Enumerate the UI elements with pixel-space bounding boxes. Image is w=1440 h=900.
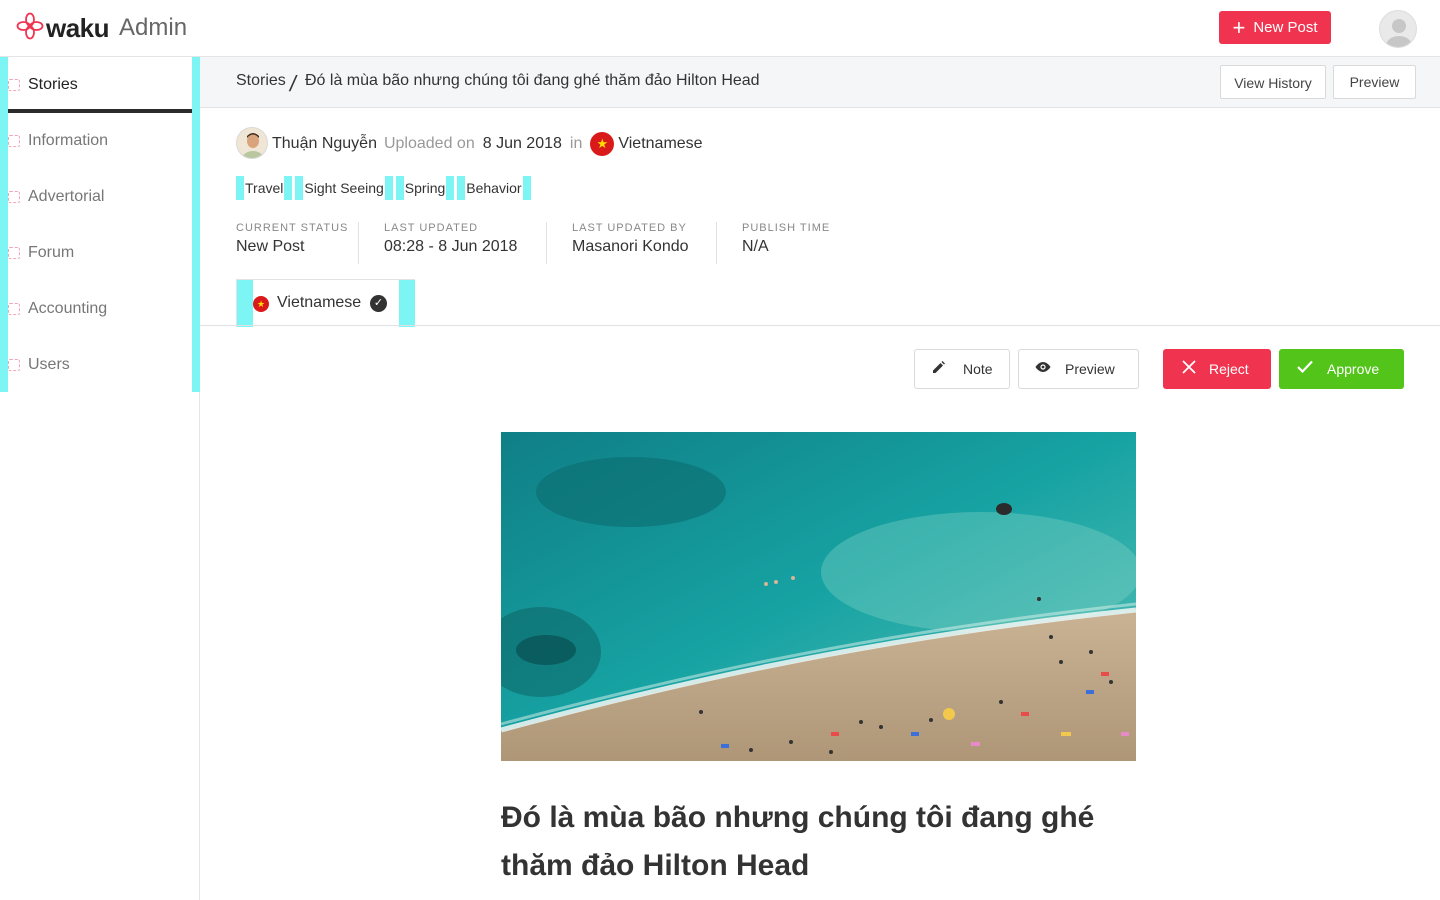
article-title: Đó là mùa bão nhưng chúng tôi đang ghé t… <box>501 801 1095 882</box>
tag[interactable]: Sight Seeing <box>295 176 393 200</box>
user-avatar[interactable] <box>1379 10 1417 48</box>
sidebar-item-label: Users <box>28 356 70 373</box>
note-button[interactable]: Note <box>914 349 1010 389</box>
new-post-label: New Post <box>1253 19 1318 36</box>
sidebar-item-stories[interactable]: Stories <box>8 57 192 113</box>
tag[interactable]: Behavior <box>457 176 531 200</box>
breadcrumb-separator: / <box>287 71 299 96</box>
publish-time: PUBLISH TIME N/A <box>742 222 830 264</box>
sidebar-item-label: Stories <box>28 76 78 93</box>
sidebar-guide-right <box>192 57 200 392</box>
tag-guide <box>295 176 304 200</box>
sidebar-item-label: Advertorial <box>28 188 105 205</box>
eye-icon <box>1033 360 1053 378</box>
author-avatar <box>236 127 268 159</box>
tab-guide-right <box>399 280 415 327</box>
post-meta: Thuận Nguyễn Uploaded on 8 Jun 2018 in V… <box>272 132 703 156</box>
flower-logo-icon <box>16 12 44 45</box>
close-icon <box>1179 359 1199 379</box>
tag-guide <box>522 176 531 200</box>
sidebar-item-accounting[interactable]: Accounting <box>8 281 192 337</box>
current-status-label: CURRENT STATUS <box>236 222 349 234</box>
tab-guide-left <box>237 280 253 327</box>
dashed-square-icon <box>8 303 20 315</box>
preview-label: Preview <box>1065 361 1115 377</box>
sidebar: Stories Information Advertorial Forum Ac… <box>0 57 200 900</box>
header-preview-button[interactable]: Preview <box>1333 65 1416 99</box>
check-icon <box>1295 360 1315 378</box>
dashed-square-icon <box>8 247 20 259</box>
tag[interactable]: Spring <box>395 176 455 200</box>
check-circle-icon: ✓ <box>370 295 387 312</box>
tab-vietnamese[interactable]: Vietnamese ✓ <box>236 279 415 327</box>
tag-label: Spring <box>404 180 446 196</box>
approve-label: Approve <box>1327 361 1380 377</box>
vietnam-flag-icon <box>590 132 615 156</box>
divider <box>716 222 717 264</box>
top-bar: waku Admin + New Post <box>0 0 1440 57</box>
divider <box>358 222 359 264</box>
tag-guide <box>395 176 404 200</box>
sidebar-item-label: Accounting <box>28 300 108 317</box>
dashed-square-icon <box>8 191 20 203</box>
divider <box>546 222 547 264</box>
reject-label: Reject <box>1209 361 1249 377</box>
post-language: Vietnamese <box>618 135 703 152</box>
current-status: CURRENT STATUS New Post <box>236 222 348 264</box>
note-label: Note <box>963 361 993 377</box>
author-name[interactable]: Thuận Nguyễn <box>272 135 377 153</box>
last-updated-by-value: Masanori Kondo <box>572 238 689 255</box>
tag-guide <box>457 176 466 200</box>
dashed-square-icon <box>8 135 20 147</box>
tag[interactable]: Travel <box>236 176 293 200</box>
tag-list: Travel Sight Seeing Spring Behavior <box>236 176 534 200</box>
sidebar-item-users[interactable]: Users <box>8 337 192 393</box>
uploaded-on-label: Uploaded on <box>383 135 475 152</box>
sidebar-item-information[interactable]: Information <box>8 113 192 169</box>
in-label: in <box>569 135 583 152</box>
sidebar-item-advertorial[interactable]: Advertorial <box>8 169 192 225</box>
tag-label: Sight Seeing <box>304 180 384 196</box>
breadcrumb-root-link[interactable]: Stories <box>236 72 286 90</box>
tab-underline <box>200 325 1440 326</box>
dashed-square-icon <box>8 359 20 371</box>
last-updated-by: LAST UPDATED BY Masanori Kondo <box>572 222 689 264</box>
breadcrumb-current: Đó là mùa bão nhưng chúng tôi đang ghé t… <box>305 72 760 89</box>
article-cover-image <box>501 432 1136 761</box>
last-updated-label: LAST UPDATED <box>384 222 479 234</box>
sidebar-item-label: Forum <box>28 244 75 261</box>
tag-guide <box>236 176 244 200</box>
vietnam-flag-icon <box>253 296 269 312</box>
tag-guide <box>284 176 293 200</box>
new-post-button[interactable]: + New Post <box>1219 11 1331 44</box>
tag-guide <box>384 176 393 200</box>
preview-button[interactable]: Preview <box>1018 349 1139 389</box>
brand-name: waku <box>46 12 110 43</box>
tab-label: Vietnamese <box>277 294 362 311</box>
logo[interactable]: waku Admin <box>16 12 187 44</box>
view-history-button[interactable]: View History <box>1220 65 1326 99</box>
tag-guide <box>446 176 455 200</box>
approve-button[interactable]: Approve <box>1279 349 1404 389</box>
reject-button[interactable]: Reject <box>1163 349 1271 389</box>
publish-time-value: N/A <box>742 238 769 255</box>
tag-label: Travel <box>245 180 284 196</box>
last-updated-value: 08:28 - 8 Jun 2018 <box>384 238 518 255</box>
sidebar-guide-left <box>0 57 8 392</box>
breadcrumb-bar: Stories / Đó là mùa bão nhưng chúng tôi … <box>200 57 1440 108</box>
tag-label: Behavior <box>466 180 522 196</box>
upload-date: 8 Jun 2018 <box>482 135 562 152</box>
last-updated-by-label: LAST UPDATED BY <box>572 222 687 234</box>
dashed-square-icon <box>8 79 20 91</box>
app-section: Admin <box>119 14 188 41</box>
publish-time-label: PUBLISH TIME <box>742 222 831 234</box>
sidebar-item-label: Information <box>28 132 109 149</box>
plus-icon: + <box>1232 14 1246 40</box>
sidebar-item-forum[interactable]: Forum <box>8 225 192 281</box>
pencil-icon <box>929 359 949 380</box>
last-updated: LAST UPDATED 08:28 - 8 Jun 2018 <box>384 222 517 264</box>
current-status-value: New Post <box>236 238 305 255</box>
